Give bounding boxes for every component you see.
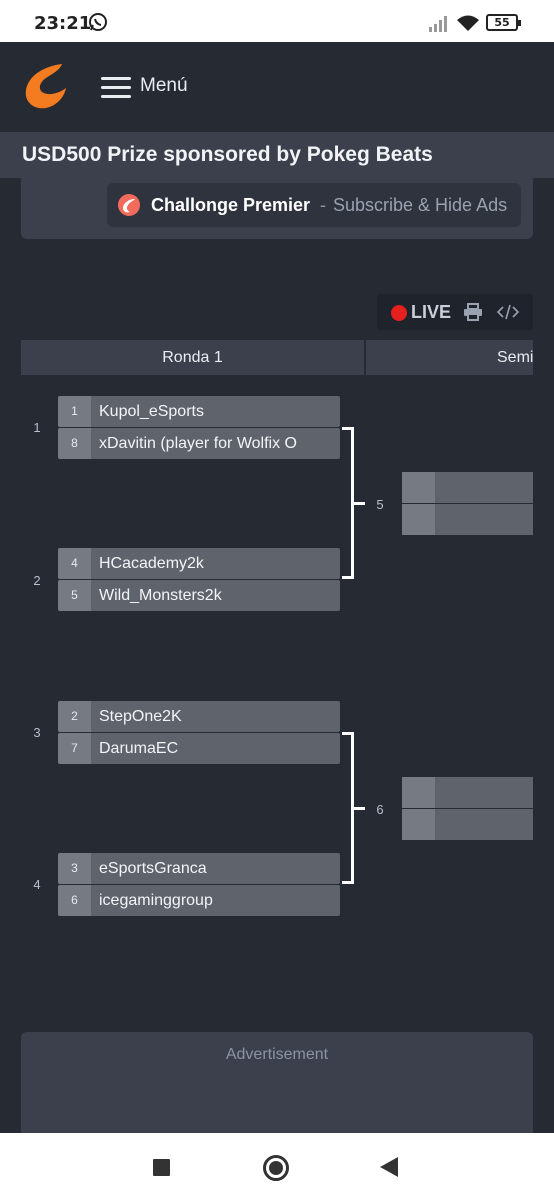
premier-separator: - bbox=[320, 195, 326, 215]
player-name: icegaminggroup bbox=[99, 892, 213, 909]
premier-brand: Challonge Premier bbox=[151, 195, 311, 215]
player-name: HCacademy2k bbox=[99, 555, 204, 572]
wifi-icon bbox=[457, 15, 479, 31]
match-number: 1 bbox=[33, 420, 41, 435]
player-name: Wild_Monsters2k bbox=[99, 587, 222, 604]
player-seed: 4 bbox=[58, 548, 91, 579]
premier-logo-icon bbox=[118, 194, 140, 216]
battery-icon: 55 bbox=[486, 14, 521, 31]
player-name: xDavitin (player for Wolfix O bbox=[99, 435, 297, 452]
player-name: Kupol_eSports bbox=[99, 403, 204, 420]
recent-apps-icon[interactable] bbox=[153, 1159, 170, 1176]
player-slot[interactable]: 8 xDavitin (player for Wolfix O bbox=[58, 428, 340, 459]
player-seed bbox=[402, 777, 435, 808]
home-icon[interactable] bbox=[263, 1155, 289, 1181]
semifinal-slot[interactable] bbox=[402, 504, 533, 535]
status-time: 23:21 bbox=[34, 13, 92, 34]
player-seed: 7 bbox=[58, 733, 91, 764]
player-name: DarumaEC bbox=[99, 740, 179, 757]
bracket-connector bbox=[342, 576, 354, 579]
match-number: 3 bbox=[33, 725, 41, 740]
back-icon[interactable] bbox=[380, 1157, 398, 1177]
semifinal-slot[interactable] bbox=[402, 777, 533, 808]
match-number: 5 bbox=[376, 497, 384, 512]
bracket-connector bbox=[354, 807, 365, 810]
round-header-2: Semi bbox=[497, 349, 533, 366]
player-name: StepOne2K bbox=[99, 708, 182, 725]
bracket-connector bbox=[354, 502, 365, 505]
app-header: Menú bbox=[0, 42, 554, 132]
player-seed: 3 bbox=[58, 853, 91, 884]
live-button[interactable]: LIVE bbox=[411, 302, 451, 323]
player-slot[interactable]: 6 icegaminggroup bbox=[58, 885, 340, 916]
player-slot[interactable]: 2 StepOne2K bbox=[58, 701, 340, 732]
semifinal-slot[interactable] bbox=[402, 472, 533, 503]
print-icon[interactable] bbox=[463, 303, 483, 321]
semifinal-slot[interactable] bbox=[402, 809, 533, 840]
tournament-title: USD500 Prize sponsored by Pokeg Beats bbox=[22, 143, 433, 166]
embed-code-icon[interactable] bbox=[497, 303, 519, 321]
player-seed: 2 bbox=[58, 701, 91, 732]
player-slot[interactable]: 3 eSportsGranca bbox=[58, 853, 340, 884]
tournament-title-bar: USD500 Prize sponsored by Pokeg Beats bbox=[0, 132, 554, 178]
player-seed: 1 bbox=[58, 396, 91, 427]
player-seed: 6 bbox=[58, 885, 91, 916]
match-number: 4 bbox=[33, 877, 41, 892]
match-number: 6 bbox=[376, 802, 384, 817]
premier-subscribe-link[interactable]: Subscribe & Hide Ads bbox=[333, 195, 507, 216]
player-slot[interactable]: 4 HCacademy2k bbox=[58, 548, 340, 579]
menu-label[interactable]: Menú bbox=[140, 75, 188, 97]
round-divider bbox=[364, 340, 366, 375]
player-seed: 5 bbox=[58, 580, 91, 611]
advertisement-label: Advertisement bbox=[225, 1046, 329, 1063]
bracket-connector bbox=[342, 881, 354, 884]
player-seed bbox=[402, 504, 435, 535]
status-bar: 23:21 55 bbox=[0, 0, 554, 42]
player-slot[interactable]: 5 Wild_Monsters2k bbox=[58, 580, 340, 611]
advertisement-panel: Advertisement bbox=[21, 1032, 533, 1142]
player-seed bbox=[402, 809, 435, 840]
bracket-toolbar: LIVE bbox=[377, 294, 533, 330]
player-slot[interactable]: 1 Kupol_eSports bbox=[58, 396, 340, 427]
premier-banner[interactable]: Challonge Premier - Subscribe & Hide Ads bbox=[107, 183, 521, 227]
player-seed: 8 bbox=[58, 428, 91, 459]
hamburger-menu-icon[interactable] bbox=[101, 77, 131, 99]
live-indicator-icon bbox=[391, 305, 407, 321]
round-header-bar: Ronda 1 Semi bbox=[21, 340, 533, 375]
signal-icon bbox=[429, 16, 447, 32]
promo-panel: Challonge Premier - Subscribe & Hide Ads bbox=[21, 178, 533, 239]
player-seed bbox=[402, 472, 435, 503]
whatsapp-icon bbox=[89, 13, 107, 31]
player-slot[interactable]: 7 DarumaEC bbox=[58, 733, 340, 764]
challonge-logo[interactable] bbox=[22, 60, 68, 112]
match-number: 2 bbox=[33, 573, 41, 588]
round-header-1: Ronda 1 bbox=[162, 349, 223, 366]
player-name: eSportsGranca bbox=[99, 860, 207, 877]
system-nav-bar bbox=[0, 1133, 554, 1200]
